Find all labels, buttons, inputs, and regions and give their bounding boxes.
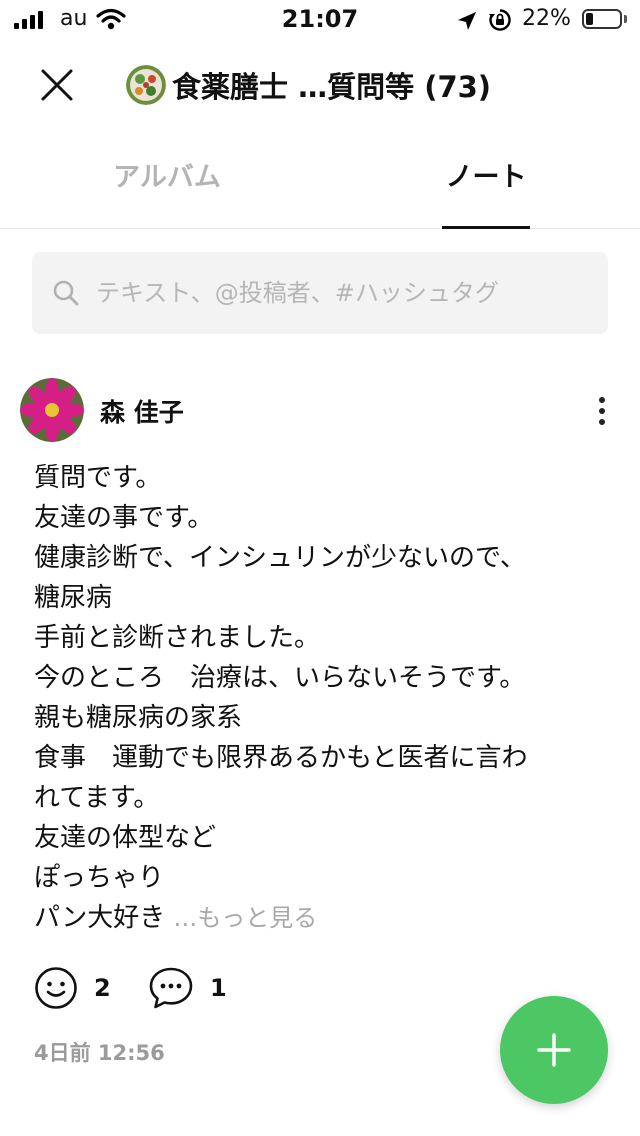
post-text-line: 質問です。 — [34, 463, 162, 493]
like-reaction[interactable]: 2 — [34, 966, 111, 1010]
author-avatar[interactable] — [20, 378, 84, 442]
post-body[interactable]: 質問です。 友達の事です。 健康診断で、インシュリンが少ないので、 糖尿病 手前… — [34, 458, 590, 938]
location-arrow-icon — [456, 10, 478, 36]
comment-reaction[interactable]: 1 — [148, 966, 227, 1010]
status-bar: au 21:07 22% — [0, 0, 640, 40]
battery-percentage: 22% — [522, 6, 571, 31]
post-text-line: 友達の体型など — [34, 823, 217, 853]
more-vertical-icon-dot — [599, 397, 605, 403]
post-text-line-last: パン大好き …もっと見る — [34, 898, 590, 938]
tab-bar: アルバム ノート — [0, 150, 640, 229]
battery-icon — [582, 9, 622, 29]
post-text-line: 友達の事です。 — [34, 503, 214, 533]
close-button[interactable] — [34, 62, 80, 108]
close-icon — [41, 69, 73, 101]
comment-icon — [149, 967, 193, 1009]
post-text-line: 今のところ 治療は、いらないそうです。 — [34, 663, 526, 693]
group-avatar — [126, 65, 166, 105]
post-text-line: 食事 運動でも限界あるかもと医者に言わ — [34, 743, 528, 773]
group-title: 食薬膳士 …質問等 (73) — [172, 70, 492, 104]
post-text-line: 親も糖尿病の家系 — [34, 703, 243, 733]
battery-level-fill — [586, 13, 594, 25]
post-text-line: パン大好き — [34, 903, 166, 933]
plus-icon — [537, 1033, 571, 1067]
like-count: 2 — [94, 974, 111, 1002]
post-more-button[interactable] — [584, 388, 620, 434]
search-box[interactable] — [32, 252, 608, 334]
search-icon — [52, 279, 80, 311]
post-text-line: ぽっちゃり — [34, 863, 165, 893]
smiley-icon — [35, 967, 77, 1009]
group-title-area[interactable]: 食薬膳士 …質問等 (73) — [126, 64, 491, 106]
search-input[interactable] — [96, 252, 586, 334]
post-text-line: 糖尿病 — [34, 583, 113, 613]
author-name[interactable]: 森 佳子 — [100, 393, 184, 429]
see-more-link[interactable]: …もっと見る — [173, 904, 317, 932]
more-vertical-icon-dot — [599, 408, 605, 414]
post-text-line: 手前と診断されました。 — [34, 623, 321, 653]
tab-album[interactable]: アルバム — [84, 150, 250, 228]
battery-cap — [624, 15, 627, 23]
header: 食薬膳士 …質問等 (73) — [0, 40, 640, 130]
tab-note[interactable]: ノート — [442, 150, 530, 228]
post-timestamp: 4日前 12:56 — [34, 1041, 165, 1065]
orientation-lock-icon — [488, 8, 512, 36]
active-tab-indicator — [442, 226, 530, 229]
post-text-line: 健康診断で、インシュリンが少ないので、 — [34, 543, 526, 573]
add-note-button[interactable] — [500, 996, 608, 1104]
more-vertical-icon-dot — [599, 419, 605, 425]
comment-count: 1 — [210, 974, 227, 1002]
post-text-line: れてます。 — [34, 783, 160, 813]
